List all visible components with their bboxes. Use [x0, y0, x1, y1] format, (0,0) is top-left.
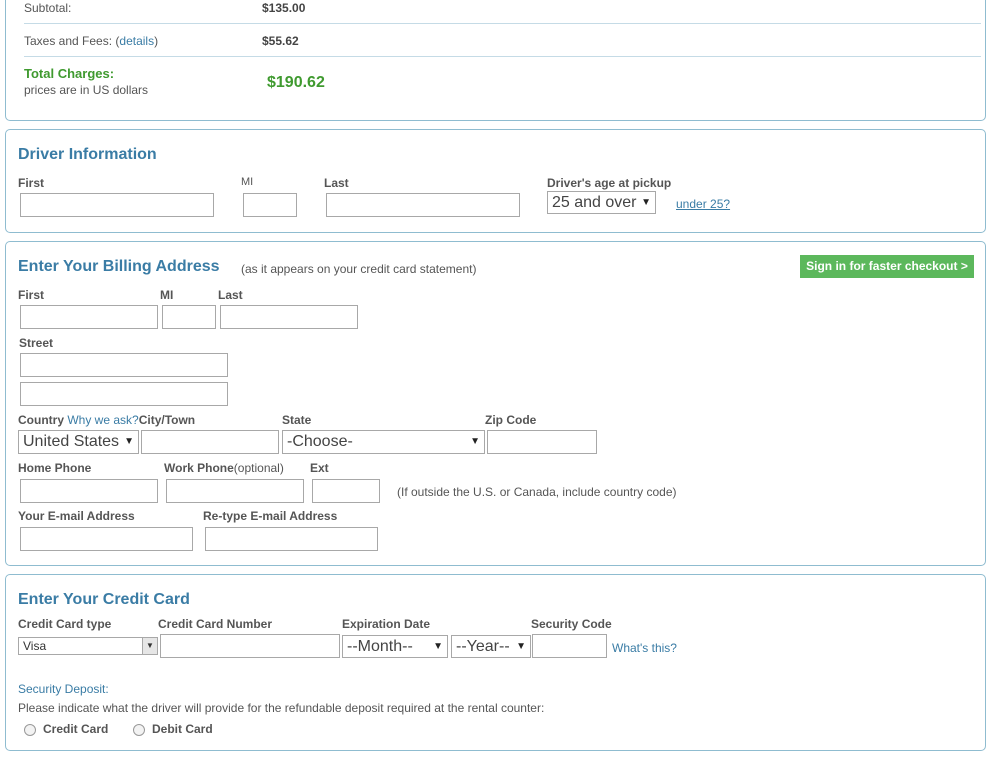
city-label: City/Town [138, 413, 196, 427]
taxes-label: Taxes and Fees: ( [24, 34, 120, 48]
whats-this-link[interactable]: What's this? [612, 641, 677, 655]
billing-mi-input[interactable] [162, 305, 216, 329]
country-label-row: Country Why we ask?City/Town [18, 413, 195, 427]
total-charges-note: prices are in US dollars [24, 83, 149, 97]
home-phone-label: Home Phone [18, 461, 92, 475]
driver-age-value: 25 and over [552, 194, 637, 211]
street-input-line-1[interactable] [20, 353, 228, 377]
state-label: State [282, 413, 312, 427]
sign-in-button[interactable]: Sign in for faster checkout > [800, 255, 974, 278]
under-25-link[interactable]: under 25? [676, 197, 730, 211]
chevron-down-icon: ▼ [142, 638, 157, 654]
subtotal-label: Subtotal: [24, 1, 72, 15]
card-number-label: Credit Card Number [158, 617, 273, 631]
chevron-down-icon: ▼ [516, 641, 526, 652]
driver-first-input[interactable] [20, 193, 214, 217]
state-value: -Choose- [287, 433, 353, 450]
expiration-month-select[interactable]: --Month-- ▼ [342, 635, 448, 658]
billing-first-label: First [18, 288, 45, 302]
security-deposit-note: Please indicate what the driver will pro… [18, 701, 545, 715]
billing-subtitle: (as it appears on your credit card state… [241, 262, 477, 276]
country-select[interactable]: United States ▼ [18, 430, 139, 454]
email-input[interactable] [20, 527, 193, 551]
retype-email-input[interactable] [205, 527, 378, 551]
work-phone-optional: (optional) [233, 461, 284, 475]
billing-mi-label: MI [160, 288, 174, 302]
home-phone-input[interactable] [20, 479, 158, 503]
driver-age-select[interactable]: 25 and over ▼ [547, 191, 656, 214]
chevron-down-icon: ▼ [433, 641, 443, 652]
email-label: Your E-mail Address [18, 509, 135, 523]
credit-card-option-label[interactable]: Credit Card [43, 722, 108, 736]
driver-last-input[interactable] [326, 193, 520, 217]
retype-email-label: Re-type E-mail Address [203, 509, 338, 523]
order-summary-panel: Subtotal: $135.00 Taxes and Fees: (detai… [5, 0, 986, 121]
security-code-input[interactable] [532, 634, 607, 658]
driver-information-panel: Driver Information First MI Last Driver'… [5, 129, 986, 233]
sign-in-button-label: Sign in for faster checkout > [806, 259, 968, 273]
driver-mi-label: MI [241, 176, 254, 188]
expiration-year-value: --Year-- [456, 638, 510, 655]
street-input-line-2[interactable] [20, 382, 228, 406]
driver-last-label: Last [324, 176, 349, 190]
zip-code-input[interactable] [487, 430, 597, 454]
subtotal-value: $135.00 [262, 1, 306, 15]
billing-section-title: Enter Your Billing Address [18, 258, 220, 275]
taxes-label-row: Taxes and Fees: (details) [24, 34, 158, 48]
billing-address-panel: Enter Your Billing Address (as it appear… [5, 241, 986, 566]
phone-note: (If outside the U.S. or Canada, include … [397, 485, 677, 499]
work-phone-label-row: Work Phone(optional) [164, 461, 284, 475]
taxes-value: $55.62 [262, 34, 299, 48]
ext-input[interactable] [312, 479, 380, 503]
chevron-down-icon: ▼ [641, 197, 651, 208]
chevron-down-icon: ▼ [124, 436, 134, 447]
driver-age-label: Driver's age at pickup [547, 176, 672, 190]
expiration-month-value: --Month-- [347, 638, 413, 655]
country-label: Country [18, 413, 64, 427]
expiration-year-select[interactable]: --Year-- ▼ [451, 635, 531, 658]
why-we-ask-link[interactable]: Why we ask? [67, 413, 138, 427]
driver-mi-input[interactable] [243, 193, 297, 217]
billing-last-label: Last [218, 288, 243, 302]
zip-code-label: Zip Code [485, 413, 537, 427]
work-phone-input[interactable] [166, 479, 304, 503]
chevron-down-icon: ▼ [470, 436, 480, 447]
card-section-title: Enter Your Credit Card [18, 591, 190, 608]
debit-card-option-label[interactable]: Debit Card [152, 722, 213, 736]
separator [24, 23, 981, 24]
card-type-label: Credit Card type [18, 617, 112, 631]
city-input[interactable] [141, 430, 279, 454]
billing-last-input[interactable] [220, 305, 358, 329]
taxes-details-link[interactable]: details [119, 34, 154, 48]
billing-first-input[interactable] [20, 305, 158, 329]
ext-label: Ext [310, 461, 329, 475]
driver-section-title: Driver Information [18, 146, 157, 163]
driver-first-label: First [18, 176, 45, 190]
taxes-label-close: ) [154, 34, 159, 48]
card-number-input[interactable] [160, 634, 340, 658]
state-select[interactable]: -Choose- ▼ [282, 430, 485, 454]
debit-card-radio[interactable] [133, 724, 145, 736]
card-type-select[interactable]: Visa ▼ [18, 637, 158, 655]
separator [24, 56, 981, 57]
credit-card-panel: Enter Your Credit Card Credit Card type … [5, 574, 986, 751]
work-phone-label: Work Phone [164, 461, 234, 475]
total-charges-value: $190.62 [267, 74, 325, 91]
total-charges-label: Total Charges: [24, 66, 115, 81]
security-deposit-title: Security Deposit: [18, 682, 109, 696]
credit-card-radio[interactable] [24, 724, 36, 736]
card-type-value: Visa [23, 639, 47, 653]
expiration-date-label: Expiration Date [342, 617, 431, 631]
street-label: Street [19, 336, 54, 350]
country-value: United States [23, 433, 120, 450]
security-code-label: Security Code [531, 617, 612, 631]
